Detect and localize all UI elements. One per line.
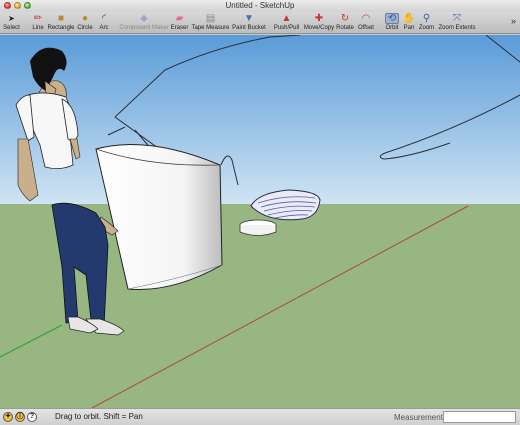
- zoom-icon: ⚲: [422, 13, 431, 24]
- toolbar-overflow-button[interactable]: »: [511, 16, 516, 26]
- tool-zoom[interactable]: ⚲ Zoom: [418, 12, 435, 34]
- tool-move-copy[interactable]: ✚ Move/Copy: [303, 12, 335, 34]
- orbit-icon: ⟲: [385, 13, 399, 24]
- rotate-icon: ↻: [340, 13, 350, 24]
- tool-label: Select: [3, 25, 20, 31]
- credits-icon[interactable]: ⓘ: [15, 412, 25, 422]
- tool-orbit[interactable]: ⟲ Orbit: [384, 12, 400, 34]
- offset-icon: ◠: [361, 13, 371, 24]
- title-bar: Untitled - SketchUp: [0, 0, 520, 12]
- tool-rotate[interactable]: ↻ Rotate: [336, 12, 354, 34]
- tool-label: Component Maker: [119, 25, 169, 31]
- tool-push-pull[interactable]: ▲ Push/Pull: [273, 12, 300, 34]
- window-title: Untitled - SketchUp: [225, 1, 295, 10]
- tool-label: Pan: [403, 25, 415, 31]
- move-icon: ✚: [314, 13, 324, 24]
- status-bar: ✦ ⓘ ? Drag to orbit. Shift = Pan Measure…: [0, 408, 520, 425]
- tool-offset[interactable]: ◠ Offset: [357, 12, 375, 34]
- circle-icon: ●: [81, 13, 89, 24]
- status-icons: ✦ ⓘ ?: [3, 412, 37, 422]
- tool-select[interactable]: ➤ Select: [3, 12, 20, 34]
- tool-eraser[interactable]: ▰ Eraser: [170, 12, 189, 34]
- tape-measure-icon: ▤: [205, 13, 216, 24]
- measurements-input[interactable]: [443, 411, 516, 423]
- tool-label: Tape Measure: [191, 25, 230, 31]
- tool-label: Orbit: [385, 25, 399, 31]
- tool-label: Zoom Extents: [438, 25, 476, 31]
- rectangle-icon: ■: [57, 13, 65, 24]
- sky: [0, 35, 520, 204]
- tool-component-maker[interactable]: ◆ Component Maker: [119, 12, 169, 34]
- tool-pan[interactable]: ✋ Pan: [403, 12, 415, 34]
- tool-label: Circle: [77, 25, 93, 31]
- geo-location-icon[interactable]: ✦: [3, 412, 13, 422]
- tool-label: Offset: [358, 25, 374, 31]
- help-icon[interactable]: ?: [27, 412, 37, 422]
- push-pull-icon: ▲: [281, 13, 292, 24]
- scene-canvas: [0, 35, 520, 408]
- status-message: Drag to orbit. Shift = Pan: [55, 412, 143, 421]
- main-toolbar: ➤ Select ✏ Line ■ Rectangle ● Circle ◜ A…: [0, 12, 520, 34]
- tool-label: Move/Copy: [303, 25, 335, 31]
- eraser-icon: ▰: [175, 13, 184, 24]
- tool-label: Eraser: [170, 25, 189, 31]
- tool-label: Zoom: [418, 25, 435, 31]
- tool-rectangle[interactable]: ■ Rectangle: [47, 12, 75, 34]
- arrow-icon: ➤: [8, 14, 15, 23]
- drawing-viewport[interactable]: [0, 35, 520, 408]
- tool-zoom-extents[interactable]: ⤧ Zoom Extents: [438, 12, 476, 34]
- pan-hand-icon: ✋: [402, 13, 416, 24]
- tool-label: Line: [32, 25, 44, 31]
- paint-bucket-icon: ▼: [244, 13, 254, 24]
- tool-label: Paint Bucket: [232, 25, 266, 31]
- tool-arc[interactable]: ◜ Arc: [97, 12, 111, 34]
- tool-label: Arc: [99, 25, 109, 31]
- tool-paint-bucket[interactable]: ▼ Paint Bucket: [232, 12, 266, 34]
- tool-label: Rotate: [336, 25, 354, 31]
- tool-tape-measure[interactable]: ▤ Tape Measure: [191, 12, 230, 34]
- component-icon: ◆: [140, 13, 148, 24]
- tool-circle[interactable]: ● Circle: [76, 12, 94, 34]
- pencil-icon: ✏: [33, 13, 43, 24]
- tool-label: Rectangle: [47, 25, 75, 31]
- zoom-extents-icon: ⤧: [453, 13, 461, 24]
- tool-line[interactable]: ✏ Line: [30, 12, 46, 34]
- measurements-label: Measurements: [394, 413, 447, 422]
- arc-icon: ◜: [102, 13, 106, 24]
- tool-label: Push/Pull: [273, 25, 300, 31]
